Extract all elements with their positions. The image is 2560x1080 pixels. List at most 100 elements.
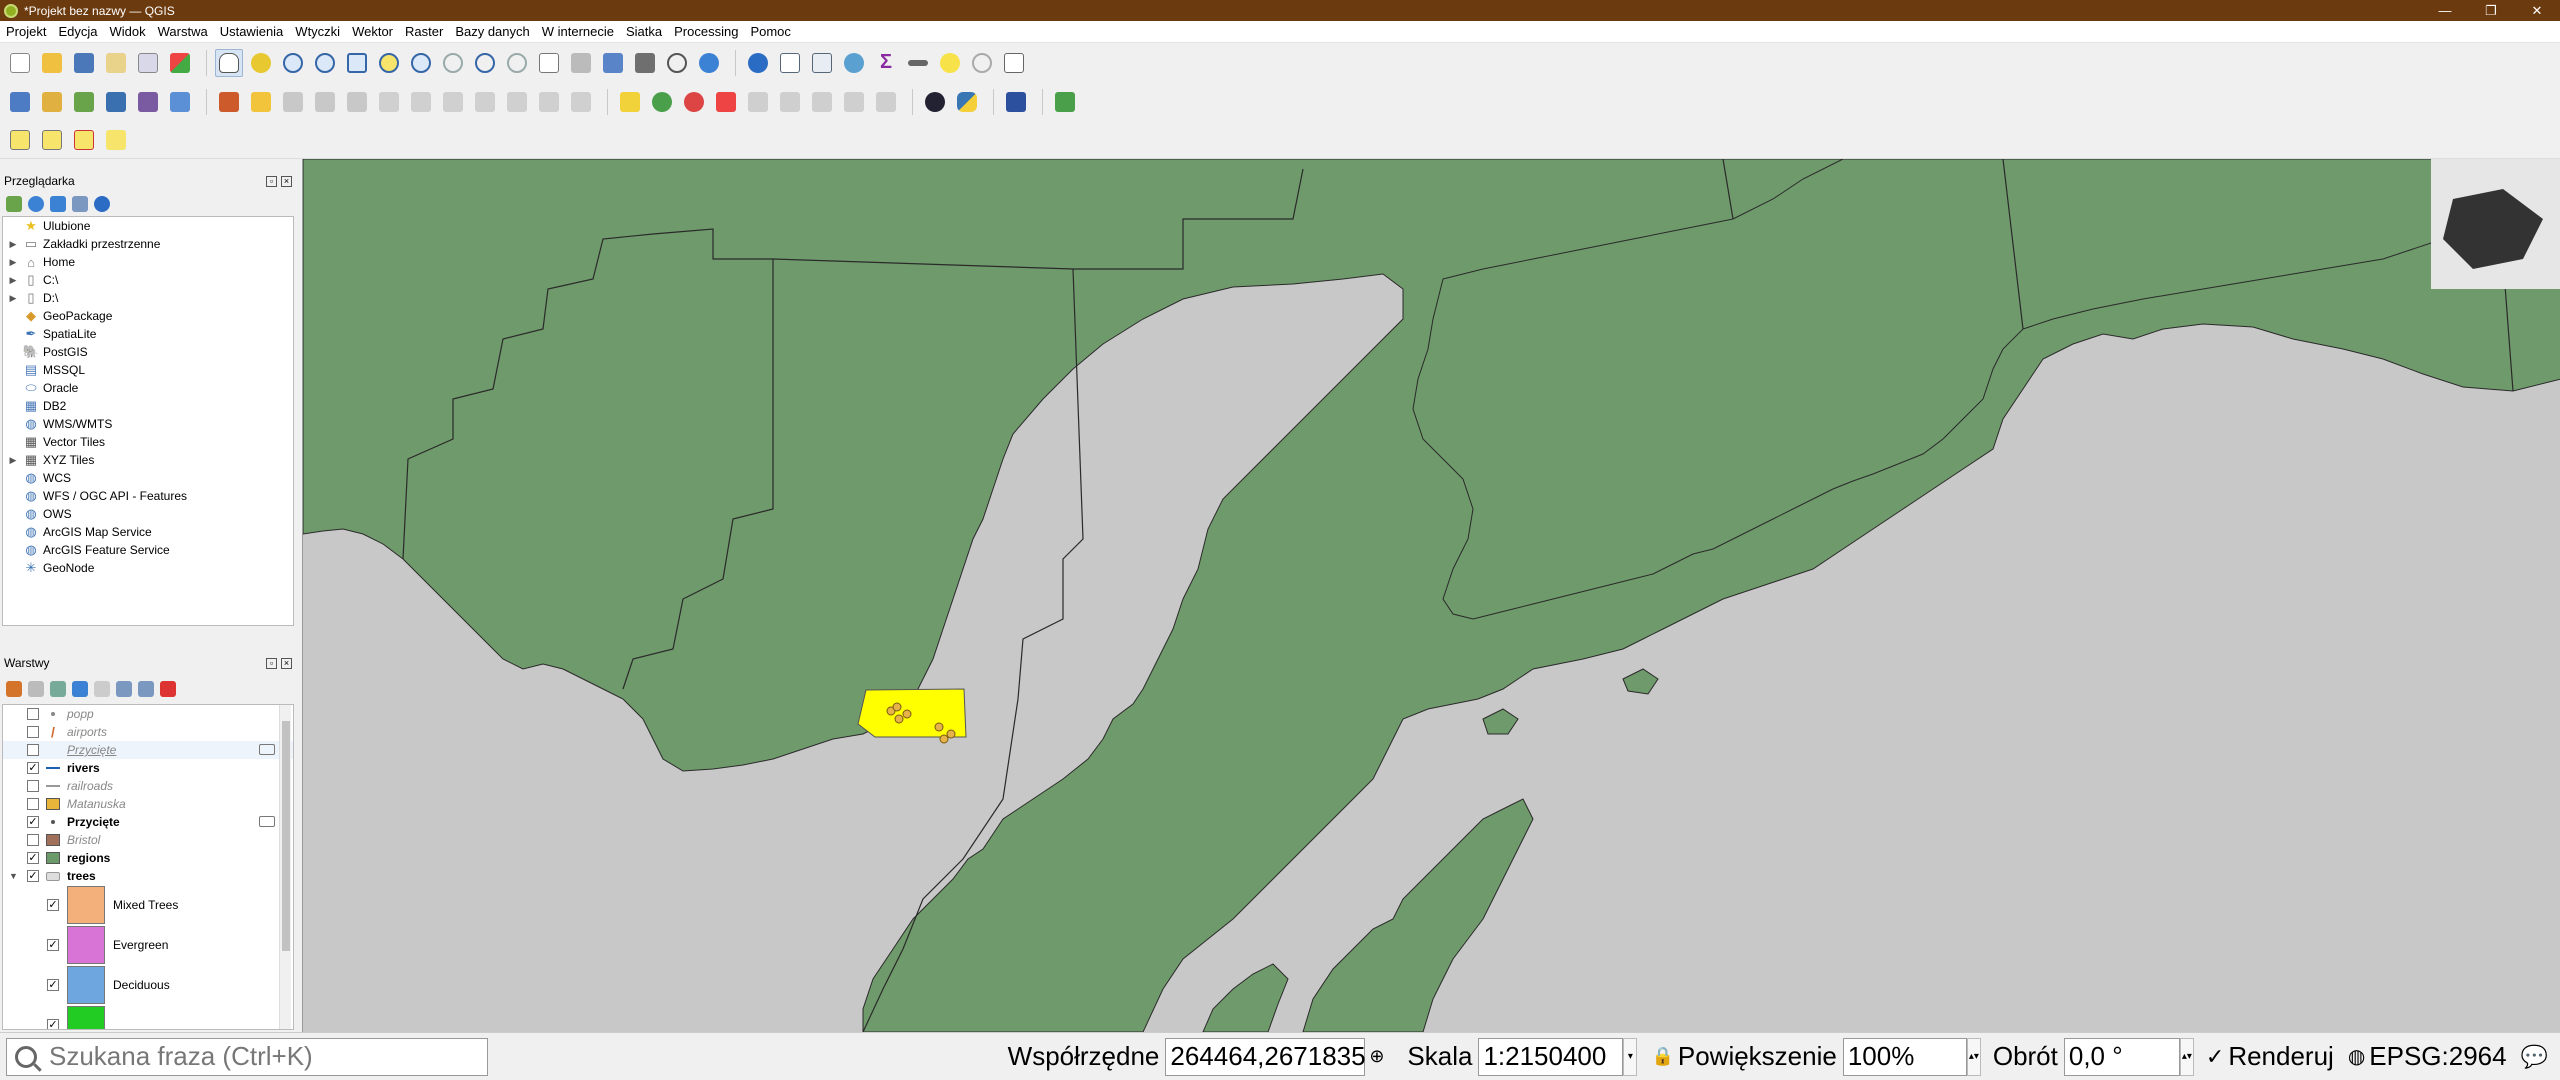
layer-row[interactable]: ✓ Przycięte: [3, 813, 293, 831]
browser-item[interactable]: ◆ GeoPackage: [3, 307, 293, 325]
temporal-controller-icon[interactable]: [663, 49, 691, 77]
menu-ustawienia[interactable]: Ustawienia: [214, 24, 290, 39]
zoom-to-layer-icon[interactable]: [407, 49, 435, 77]
browser-item[interactable]: ▶ ▯ D:\: [3, 289, 293, 307]
layer-visibility-checkbox[interactable]: [27, 798, 39, 810]
new-map-view-icon[interactable]: [535, 49, 563, 77]
menu-bazy-danych[interactable]: Bazy danych: [449, 24, 535, 39]
messages-icon[interactable]: 💬: [2521, 1044, 2548, 1070]
collapse-all-icon[interactable]: [72, 196, 88, 212]
coordinates-field[interactable]: 264464,2671835: [1165, 1037, 1366, 1076]
layer-visibility-checkbox[interactable]: ✓: [27, 816, 39, 828]
label-tool-icon[interactable]: [616, 88, 644, 116]
expand-arrow-icon[interactable]: ▶: [7, 275, 19, 286]
crs-label[interactable]: EPSG:2964: [2369, 1041, 2506, 1072]
delete-selected-icon[interactable]: [407, 88, 435, 116]
legend-class-checkbox[interactable]: ✓: [47, 1019, 59, 1029]
statistics-icon[interactable]: Σ: [872, 49, 900, 77]
measure-icon[interactable]: [904, 49, 932, 77]
locator-search[interactable]: Szukana fraza (Ctrl+K): [6, 1037, 488, 1076]
layer-row[interactable]: popp: [3, 705, 293, 723]
toggle-editing-icon[interactable]: [247, 88, 275, 116]
new-bookmark-icon[interactable]: [599, 49, 627, 77]
menu-siatka[interactable]: Siatka: [620, 24, 668, 39]
expand-all-icon[interactable]: [116, 681, 132, 697]
digitize-icon[interactable]: [311, 88, 339, 116]
browser-item[interactable]: ✳ GeoNode: [3, 559, 293, 577]
expand-arrow-icon[interactable]: ▶: [7, 257, 19, 268]
collapse-all-icon[interactable]: [138, 681, 154, 697]
new-geopackage-icon[interactable]: [38, 88, 66, 116]
zoom-in-icon[interactable]: [279, 49, 307, 77]
new-project-icon[interactable]: [6, 49, 34, 77]
legend-class-checkbox[interactable]: ✓: [47, 899, 59, 911]
zoom-last-icon[interactable]: [471, 49, 499, 77]
layer-row[interactable]: Bristol: [3, 831, 293, 849]
browser-item[interactable]: ▶ ▦ XYZ Tiles: [3, 451, 293, 469]
select-by-value-icon[interactable]: [38, 126, 66, 154]
legend-class[interactable]: ✓ Evergreen: [3, 925, 293, 965]
rotation-field[interactable]: 0,0 °: [2063, 1037, 2180, 1076]
scale-dropdown-icon[interactable]: ▾: [1623, 1037, 1638, 1076]
filter-legend-icon[interactable]: [72, 681, 88, 697]
render-checkbox[interactable]: ✓: [2206, 1044, 2224, 1070]
copy-features-icon[interactable]: [471, 88, 499, 116]
rotate-label-icon[interactable]: [776, 88, 804, 116]
save-edits-icon[interactable]: [279, 88, 307, 116]
filter-icon[interactable]: [50, 196, 66, 212]
zoom-native-icon[interactable]: [439, 49, 467, 77]
layer-visibility-checkbox[interactable]: ✓: [27, 852, 39, 864]
layout-manager-icon[interactable]: [134, 49, 162, 77]
add-group-icon[interactable]: [28, 681, 44, 697]
identify-features-icon[interactable]: [744, 49, 772, 77]
browser-item[interactable]: ▶ ▭ Zakładki przestrzenne: [3, 235, 293, 253]
undock-icon[interactable]: ▫: [266, 175, 277, 187]
modify-attributes-icon[interactable]: [375, 88, 403, 116]
text-annotation-icon[interactable]: [1000, 49, 1028, 77]
browser-item[interactable]: ▶ ⌂ Home: [3, 253, 293, 271]
browser-item[interactable]: ✒ SpatiaLite: [3, 325, 293, 343]
paste-features-icon[interactable]: [503, 88, 531, 116]
zoom-out-icon[interactable]: [311, 49, 339, 77]
menu-processing[interactable]: Processing: [668, 24, 744, 39]
layer-visibility-checkbox[interactable]: ✓: [27, 870, 39, 882]
menu-w-internecie[interactable]: W internecie: [536, 24, 620, 39]
close-panel-icon[interactable]: ×: [281, 657, 292, 669]
processing-toolbox-icon[interactable]: [840, 49, 868, 77]
layer-visibility-checkbox[interactable]: ✓: [27, 762, 39, 774]
python-console-icon[interactable]: [953, 88, 981, 116]
refresh-icon[interactable]: [695, 49, 723, 77]
menu-pomoc[interactable]: Pomoc: [744, 24, 796, 39]
deselect-icon[interactable]: [70, 126, 98, 154]
select-features-icon[interactable]: [6, 126, 34, 154]
browser-item[interactable]: ★ Ulubione: [3, 217, 293, 235]
layer-row[interactable]: Przycięte: [3, 741, 293, 759]
add-selected-icon[interactable]: [6, 196, 22, 212]
browser-item[interactable]: ◍ ArcGIS Feature Service: [3, 541, 293, 559]
pin-labels-icon[interactable]: [680, 88, 708, 116]
minimize-button[interactable]: —: [2422, 0, 2468, 21]
properties-icon[interactable]: [94, 196, 110, 212]
magnifier-spin-icon[interactable]: ▴▾: [1966, 1037, 1981, 1076]
add-delimited-text-icon[interactable]: [102, 88, 130, 116]
browser-item[interactable]: ▦ Vector Tiles: [3, 433, 293, 451]
layer-row[interactable]: ✓ regions: [3, 849, 293, 867]
add-wms-icon[interactable]: [166, 88, 194, 116]
mouse-position-icon[interactable]: ⊕: [1369, 1044, 1395, 1070]
layer-styling-icon[interactable]: [6, 681, 22, 697]
help-icon[interactable]: [1002, 88, 1030, 116]
browser-item[interactable]: ◍ ArcGIS Map Service: [3, 523, 293, 541]
label-properties-icon[interactable]: [840, 88, 868, 116]
lock-scale-icon[interactable]: 🔒: [1651, 1046, 1673, 1067]
map-tips-icon[interactable]: [936, 49, 964, 77]
browser-item[interactable]: ◍ WCS: [3, 469, 293, 487]
undock-icon[interactable]: ▫: [266, 657, 277, 669]
menu-projekt[interactable]: Projekt: [0, 24, 52, 39]
layer-visibility-checkbox[interactable]: [27, 744, 39, 756]
browser-item[interactable]: ▦ DB2: [3, 397, 293, 415]
close-button[interactable]: ✕: [2514, 0, 2560, 21]
layer-row[interactable]: ▼ ✓ trees: [3, 867, 293, 885]
filter-expression-icon[interactable]: [94, 681, 110, 697]
unpinned-labels-icon[interactable]: [872, 88, 900, 116]
layer-indicator-icon[interactable]: [259, 744, 275, 755]
